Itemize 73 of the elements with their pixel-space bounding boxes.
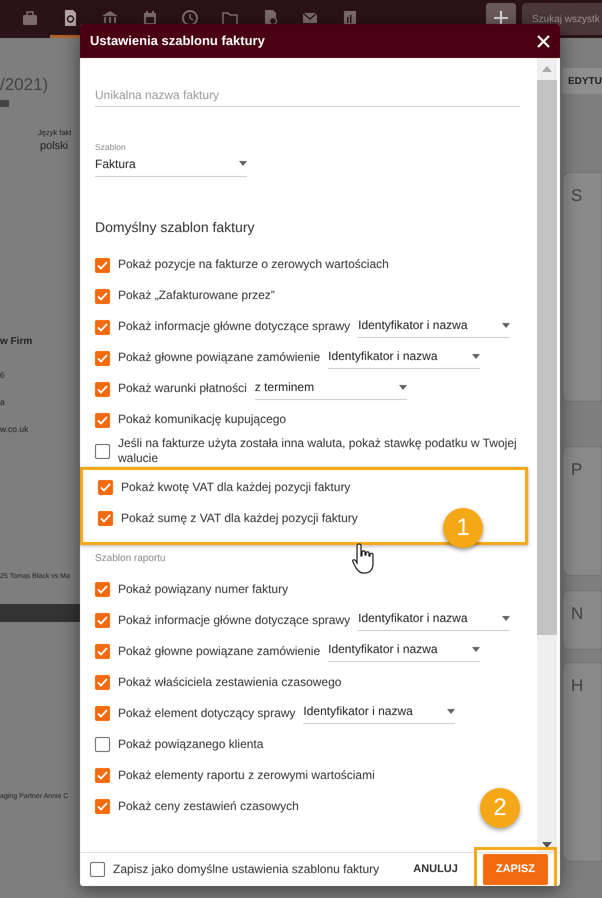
option-select[interactable]: z terminem [254, 378, 407, 400]
option-label: Pokaż właściciela zestawienia czasowego [118, 674, 342, 690]
scroll-down-icon[interactable] [542, 842, 552, 848]
caret-icon [398, 384, 407, 390]
section-heading: Domyślny szablon faktury [95, 218, 256, 237]
option-label: Pokaż sumę z VAT dla każdej pozycji faktury [121, 510, 358, 526]
caret-icon [472, 354, 480, 359]
checkbox[interactable] [95, 736, 110, 752]
checkbox[interactable] [98, 480, 113, 495]
checkbox[interactable] [95, 582, 110, 597]
scrollbar[interactable] [537, 58, 557, 852]
option-label: Pokaż kwotę VAT dla każdej pozycji faktury [121, 480, 350, 496]
caret-icon [502, 616, 510, 621]
close-icon[interactable] [537, 34, 550, 48]
contact-text: w.co.uk [0, 422, 28, 436]
option-label: Pokaż informacje główne dotyczące sprawy [118, 612, 350, 628]
checkbox[interactable] [95, 674, 110, 690]
template-select[interactable]: Faktura [95, 154, 247, 177]
option-select[interactable]: Identyfikator i nazwa [328, 347, 480, 370]
field-value: polski [40, 138, 68, 154]
field-label: Szablon [95, 141, 127, 154]
checkbox[interactable] [95, 350, 110, 366]
option-label: Pokaż ceny zestawień czasowych [118, 798, 299, 814]
option-label: Pokaż głowne powiązane zamówienie [118, 644, 320, 660]
card-title: N [571, 604, 584, 623]
checkbox[interactable] [95, 798, 110, 814]
card-title: H [571, 676, 584, 695]
option-select[interactable]: Identyfikator i nazwa [358, 609, 510, 632]
hand-cursor-icon [352, 542, 376, 576]
edit-button[interactable]: EDYTU [562, 68, 602, 94]
option-select[interactable]: Identyfikator i nazwa [358, 316, 510, 338]
checkbox[interactable] [95, 706, 110, 721]
option-label: Pokaż powiązanego klienta [118, 736, 264, 752]
dialog-title: Ustawienia szablonu faktury [90, 32, 265, 50]
caret-icon [472, 646, 480, 652]
option-label: Pokaż powiązany numer faktury [118, 582, 288, 598]
checkbox[interactable] [95, 288, 110, 304]
option-label: Jeśli na fakturze użyta została inna waluta, pokaż stawkę podatku w Twojej walucie [118, 436, 518, 467]
checkbox[interactable] [95, 258, 110, 273]
option-label: Pokaż komunikację kupującego [118, 412, 286, 428]
section-label: Szablon raportu [95, 552, 167, 566]
option-label: Pokaż „Zafakturowane przez” [118, 288, 275, 304]
envelope-icon [0, 100, 9, 106]
checkbox[interactable] [95, 320, 110, 335]
checkbox[interactable] [95, 444, 110, 459]
option-label: Zapisz jako domyślne ustawienia szablonu faktury [113, 862, 380, 878]
card-title: P [571, 460, 582, 479]
checkbox[interactable] [95, 768, 110, 783]
card-title: S [571, 186, 582, 205]
caret-icon [502, 322, 510, 328]
contact-text: 6 [0, 369, 5, 382]
option-label: Pokaż informacje główne dotyczące sprawy [118, 319, 350, 336]
option-label: Pokaż element dotyczący sprawy [118, 706, 296, 722]
option-label: Pokaż warunki płatności [118, 381, 247, 398]
option-select[interactable]: Identyfikator i nazwa [328, 640, 480, 662]
plus-icon [493, 10, 509, 26]
checkbox[interactable] [95, 382, 110, 397]
checkbox[interactable] [98, 510, 113, 526]
title-text: /2021) [0, 74, 48, 96]
scroll-up-icon[interactable] [542, 66, 552, 72]
option-label: Pokaż pozycje na fakturze o zerowych wartościach [118, 257, 389, 274]
contact-text: a [0, 396, 5, 409]
checkbox[interactable] [95, 412, 110, 428]
firm-name: w Firm [0, 335, 32, 350]
checkbox[interactable] [90, 862, 105, 877]
cancel-button[interactable]: ANULUJ [405, 855, 466, 884]
caret-icon [239, 161, 247, 166]
checkbox[interactable] [95, 612, 110, 628]
checkbox[interactable] [95, 644, 110, 659]
option-select[interactable]: Identyfikator i nazwa [303, 702, 456, 724]
caret-icon [447, 708, 456, 714]
option-label: Pokaż elementy raportu z zerowymi wartościami [118, 768, 375, 784]
option-label: Pokaż głowne powiązane zamówienie [118, 350, 320, 366]
